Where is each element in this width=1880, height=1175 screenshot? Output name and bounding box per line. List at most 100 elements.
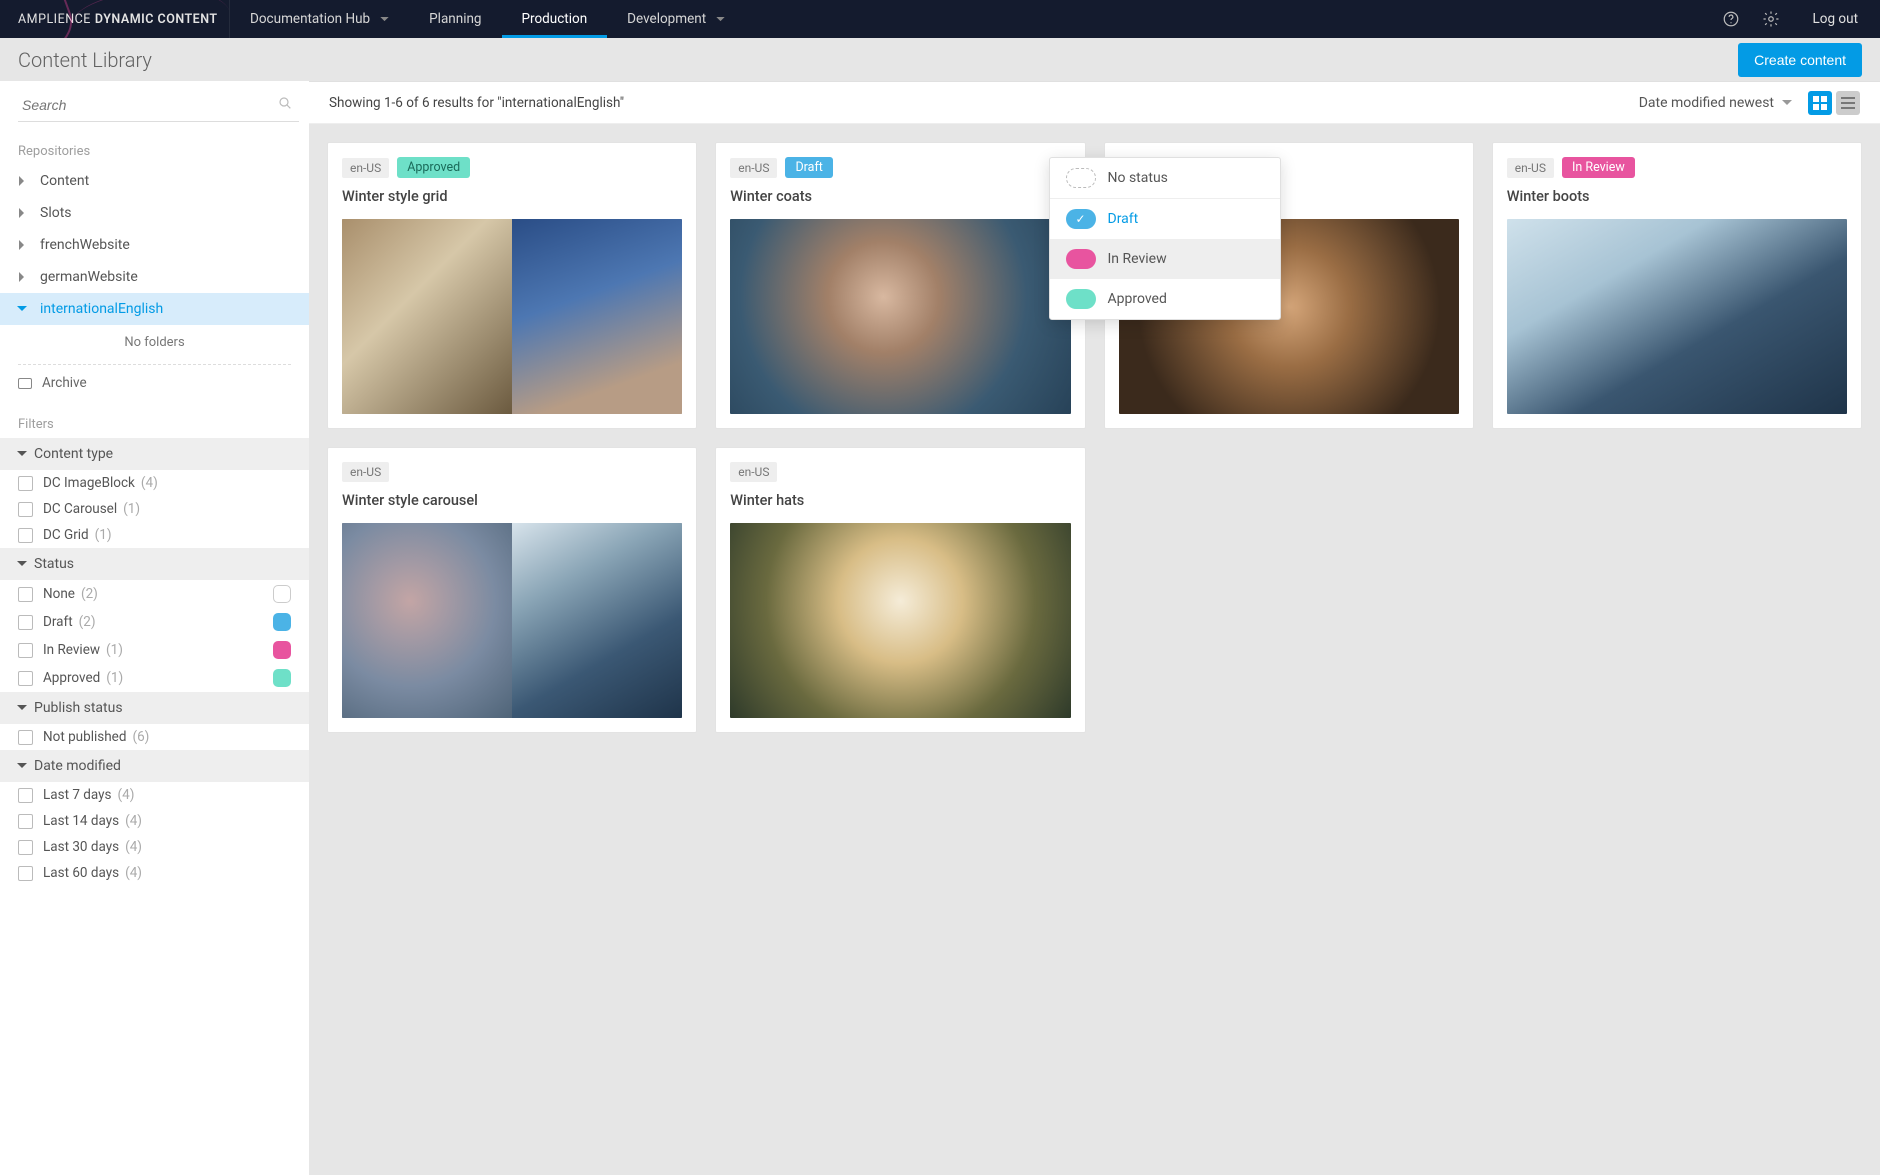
status-menu-item[interactable]: Draft xyxy=(1050,198,1280,239)
chevron-down-icon xyxy=(18,703,26,713)
logout-link[interactable]: Log out xyxy=(1791,11,1880,27)
card-grid: en-USApprovedWinter style griden-USDraft… xyxy=(309,124,1880,751)
filter-option[interactable]: In Review(1) xyxy=(10,636,299,664)
checkbox-icon xyxy=(18,643,33,658)
status-swatch xyxy=(1066,209,1096,229)
filter-head-content-type[interactable]: Content type xyxy=(0,438,309,470)
filter-option[interactable]: None(2) xyxy=(10,580,299,608)
checkbox-icon xyxy=(18,814,33,829)
filter-option-count: (4) xyxy=(141,475,158,491)
sort-dropdown[interactable]: Date modified newest xyxy=(1639,95,1792,111)
chevron-down-icon xyxy=(18,449,26,459)
search-input[interactable] xyxy=(18,91,299,119)
card-title: Winter coats xyxy=(730,188,1070,205)
status-badge[interactable]: In Review xyxy=(1562,157,1635,178)
content-card[interactable]: en-USIn ReviewWinter boots xyxy=(1492,142,1862,429)
page-header: Content Library Create content xyxy=(0,38,1880,81)
filter-option-count: (6) xyxy=(132,729,149,745)
help-icon[interactable] xyxy=(1711,10,1751,28)
filter-option-label: Last 14 days xyxy=(43,813,119,829)
nav-production[interactable]: Production xyxy=(502,0,608,38)
filter-option[interactable]: Approved(1) xyxy=(10,664,299,692)
repositories-label: Repositories xyxy=(0,124,309,165)
chevron-right-icon xyxy=(18,176,34,186)
status-menu-item[interactable]: In Review xyxy=(1050,239,1280,279)
repo-frenchwebsite[interactable]: frenchWebsite xyxy=(0,229,309,261)
status-swatch xyxy=(1066,289,1096,309)
content-card[interactable]: en-USDraftWinter collectionNo statusDraf… xyxy=(1104,142,1474,429)
content-card[interactable]: en-USApprovedWinter style grid xyxy=(327,142,697,429)
checkbox-icon xyxy=(18,587,33,602)
filter-option-count: (4) xyxy=(125,839,142,855)
status-swatch xyxy=(1066,249,1096,269)
main-area: Showing 1-6 of 6 results for "internatio… xyxy=(309,81,1880,1175)
nav-development[interactable]: Development xyxy=(607,0,745,38)
repo-label: Content xyxy=(40,173,89,189)
filter-option-count: (1) xyxy=(123,501,140,517)
repo-germanwebsite[interactable]: germanWebsite xyxy=(0,261,309,293)
view-list-button[interactable] xyxy=(1836,91,1860,115)
filter-option-label: Draft xyxy=(43,614,73,630)
chevron-right-icon xyxy=(18,272,34,282)
filter-group-label: Date modified xyxy=(34,758,121,774)
card-title: Winter style carousel xyxy=(342,492,682,509)
nav-documentation-hub[interactable]: Documentation Hub xyxy=(230,0,409,38)
chevron-right-icon xyxy=(18,304,34,314)
nav-label: Production xyxy=(522,11,588,27)
filter-option-count: (4) xyxy=(118,787,135,803)
filter-head-date-modified[interactable]: Date modified xyxy=(0,750,309,782)
status-swatch xyxy=(273,613,291,631)
view-grid-button[interactable] xyxy=(1808,91,1832,115)
gear-icon[interactable] xyxy=(1751,10,1791,28)
filter-option[interactable]: Last 7 days(4) xyxy=(10,782,299,808)
locale-badge: en-US xyxy=(1507,158,1554,178)
content-card[interactable]: en-USWinter hats xyxy=(715,447,1085,733)
archive-label: Archive xyxy=(42,375,87,391)
status-menu-label: Draft xyxy=(1108,211,1139,227)
nav-label: Development xyxy=(627,11,706,27)
content-card[interactable]: en-US Draft Winter coats xyxy=(715,142,1085,429)
filter-option[interactable]: DC ImageBlock (4) xyxy=(10,470,299,496)
filter-option[interactable]: DC Carousel(1) xyxy=(10,496,299,522)
filter-option-count: (2) xyxy=(79,614,96,630)
status-menu-item[interactable]: Approved xyxy=(1050,279,1280,319)
top-nav: AMPLIENCE DYNAMIC CONTENT Documentation … xyxy=(0,0,1880,38)
results-toolbar: Showing 1-6 of 6 results for "internatio… xyxy=(309,81,1880,124)
no-folders-label: No folders xyxy=(0,325,309,360)
locale-badge: en-US xyxy=(342,158,389,178)
nav-planning[interactable]: Planning xyxy=(409,0,501,38)
checkbox-icon xyxy=(18,788,33,803)
repo-content[interactable]: Content xyxy=(0,165,309,197)
repo-slots[interactable]: Slots xyxy=(0,197,309,229)
checkbox-icon xyxy=(18,502,33,517)
filter-option-count: (1) xyxy=(106,642,123,658)
status-menu-label: In Review xyxy=(1108,251,1167,267)
filter-head-publish-status[interactable]: Publish status xyxy=(0,692,309,724)
results-count: Showing 1-6 of 6 results for "internatio… xyxy=(329,95,624,111)
filter-option[interactable]: Not published (6) xyxy=(10,724,299,750)
filter-option[interactable]: Last 60 days(4) xyxy=(10,860,299,886)
filter-option-label: DC ImageBlock xyxy=(43,475,135,491)
repo-label: frenchWebsite xyxy=(40,237,130,253)
locale-badge: en-US xyxy=(730,158,777,178)
status-menu: No status Draft In Review Approved xyxy=(1049,157,1281,320)
nav-label: Documentation Hub xyxy=(250,11,370,27)
status-badge[interactable]: Approved xyxy=(397,157,470,178)
filter-option[interactable]: Last 14 days(4) xyxy=(10,808,299,834)
filter-option-label: Not published xyxy=(43,729,126,745)
filter-group-label: Status xyxy=(34,556,74,572)
repo-internationalenglish[interactable]: internationalEnglish xyxy=(0,293,309,325)
status-badge[interactable]: Draft xyxy=(785,157,832,178)
filter-option[interactable]: Last 30 days(4) xyxy=(10,834,299,860)
chevron-right-icon xyxy=(18,240,34,250)
archive-link[interactable]: Archive xyxy=(0,369,309,397)
create-content-button[interactable]: Create content xyxy=(1738,43,1862,77)
content-card[interactable]: en-USWinter style carousel xyxy=(327,447,697,733)
status-menu-item[interactable]: No status xyxy=(1050,158,1280,198)
filter-option[interactable]: DC Grid(1) xyxy=(10,522,299,548)
sidebar: Repositories Content Slots frenchWebsite ge… xyxy=(0,81,309,1175)
filter-option-count: (4) xyxy=(125,865,142,881)
search-icon[interactable] xyxy=(277,95,293,111)
filter-head-status[interactable]: Status xyxy=(0,548,309,580)
filter-option[interactable]: Draft (2) xyxy=(10,608,299,636)
